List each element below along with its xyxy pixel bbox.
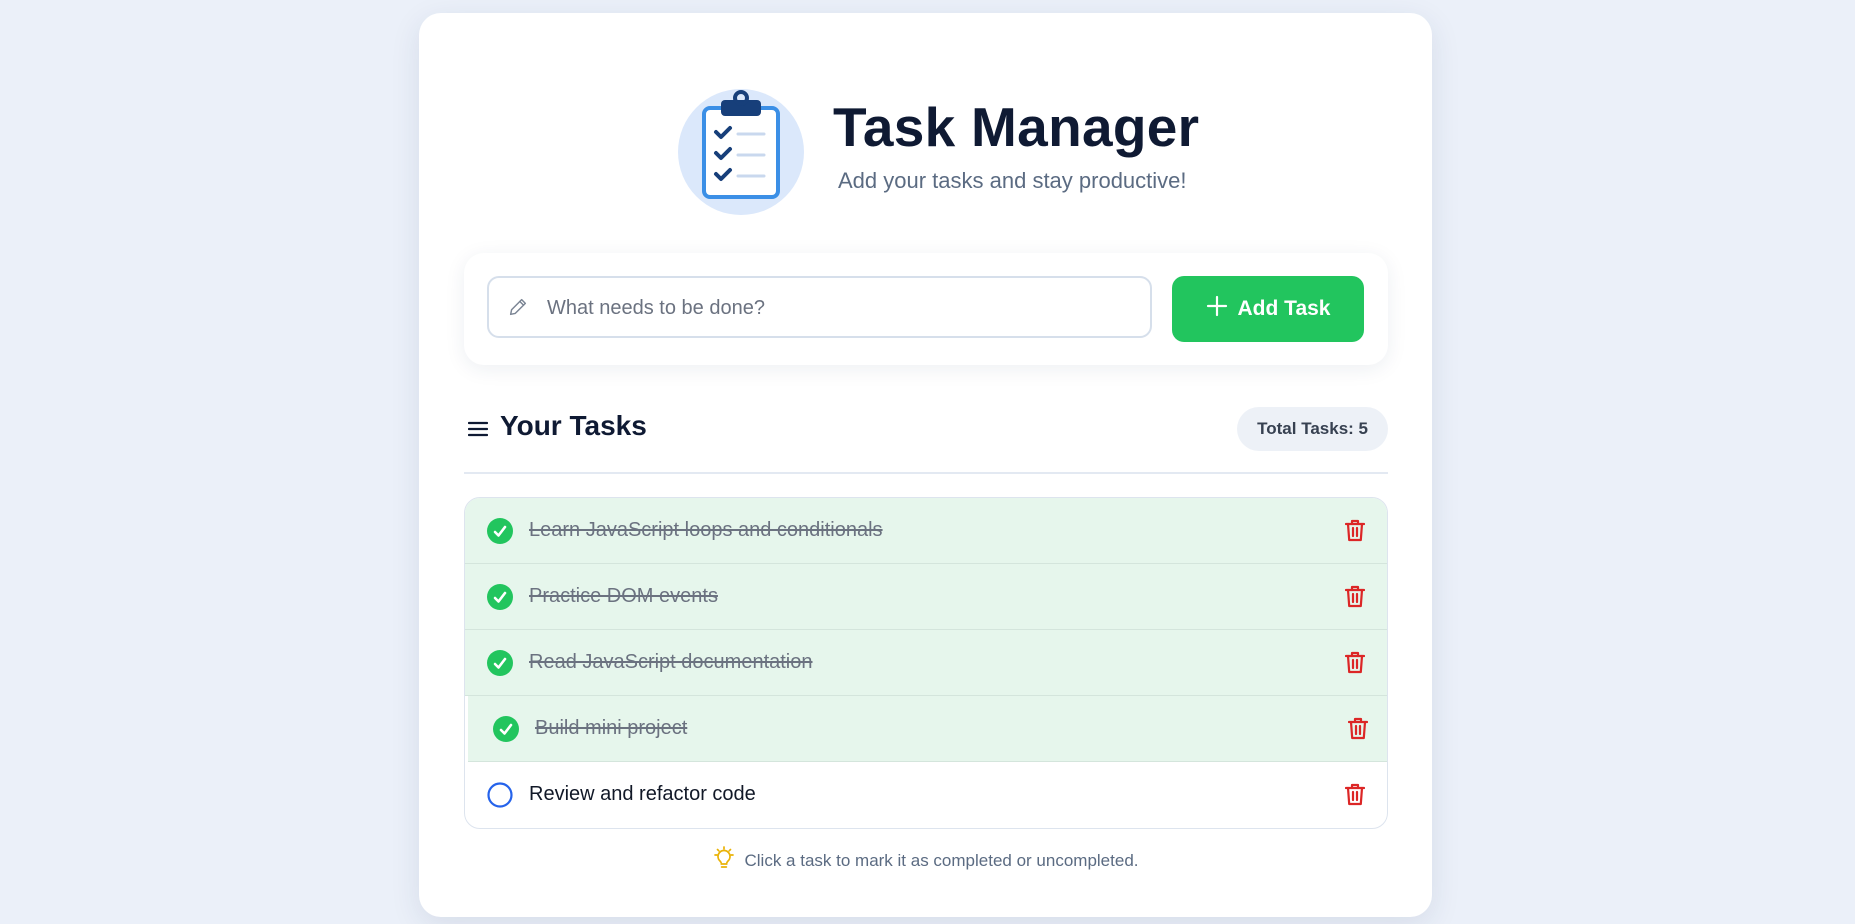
clipboard-checklist-icon [678,89,804,215]
hint: Click a task to mark it as completed or … [419,846,1432,875]
list-title: Your Tasks [500,410,647,441]
task-input[interactable] [545,278,1139,338]
task-text: Review and refactor code [529,783,756,805]
lightbulb-icon [713,846,735,875]
completed-check-icon[interactable] [487,518,513,544]
trash-icon[interactable] [1344,585,1366,613]
task-text: Read JavaScript documentation [529,651,813,673]
task-manager-card: Task Manager Add your tasks and stay pro… [419,13,1432,917]
task-item[interactable]: Review and refactor code [465,762,1387,828]
list-header: Your Tasks Total Tasks: 5 [464,393,1388,473]
task-item[interactable]: Practice DOM events [465,564,1387,630]
task-list: Learn JavaScript loops and conditionals … [464,497,1388,829]
task-text: Practice DOM events [529,585,718,607]
add-task-label: Add Task [1237,297,1331,320]
page-title: Task Manager [833,96,1200,158]
plus-icon [1206,295,1228,323]
completed-check-icon[interactable] [493,716,519,742]
task-input-wrapper[interactable] [487,276,1152,338]
header: Task Manager Add your tasks and stay pro… [419,75,1432,215]
completed-check-icon[interactable] [487,584,513,610]
add-task-panel: Add Task [464,253,1388,365]
task-text: Learn JavaScript loops and conditionals [529,519,883,541]
task-item[interactable]: Read JavaScript documentation [465,630,1387,696]
hint-text: Click a task to mark it as completed or … [744,850,1139,870]
total-tasks-badge: Total Tasks: 5 [1237,407,1388,451]
menu-icon [467,420,489,443]
trash-icon[interactable] [1344,651,1366,679]
task-item[interactable]: Build mini project [468,696,1387,762]
trash-icon[interactable] [1344,783,1366,811]
task-text: Build mini project [535,717,688,739]
divider [464,472,1388,474]
trash-icon[interactable] [1344,519,1366,547]
pencil-icon [507,296,529,323]
empty-circle-icon[interactable] [487,782,513,808]
trash-icon[interactable] [1347,717,1369,745]
add-task-button[interactable]: Add Task [1172,276,1364,342]
page-subtitle: Add your tasks and stay productive! [838,168,1187,193]
task-item[interactable]: Learn JavaScript loops and conditionals [465,498,1387,564]
completed-check-icon[interactable] [487,650,513,676]
